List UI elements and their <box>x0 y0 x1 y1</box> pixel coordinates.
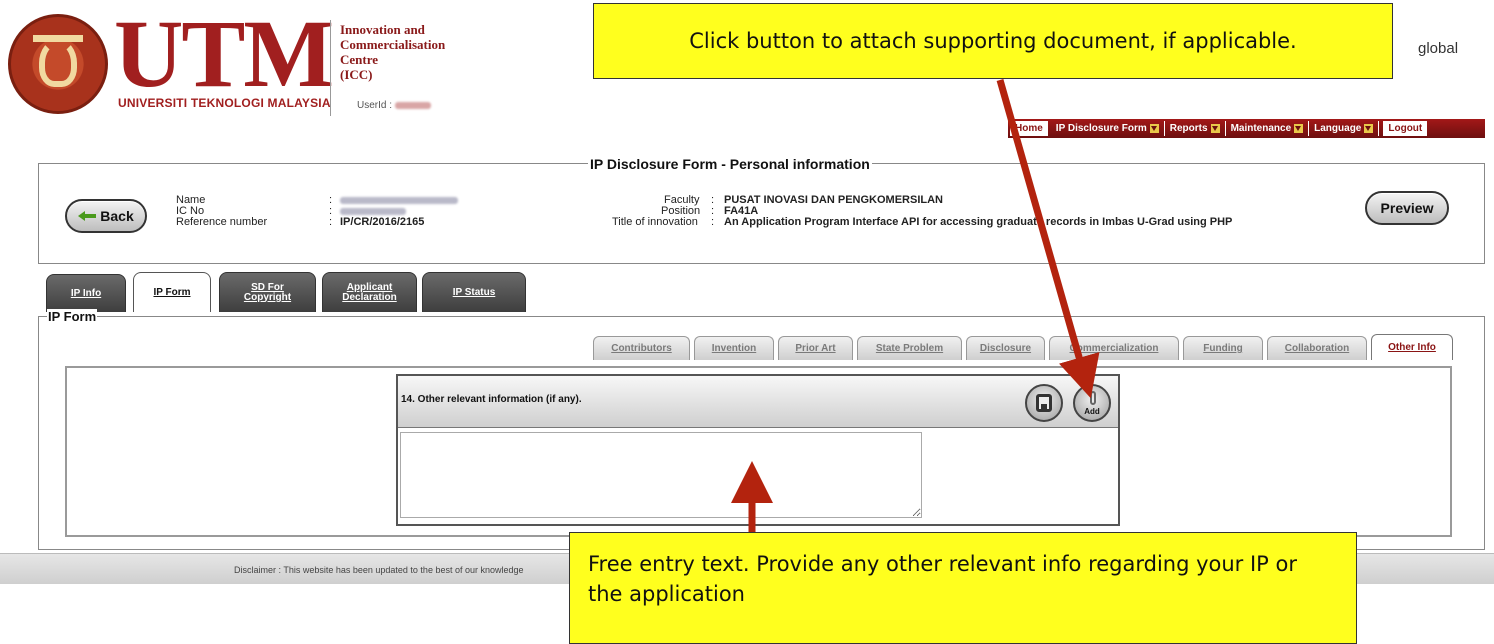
add-attachment-button[interactable]: Add <box>1073 384 1111 422</box>
dropdown-caret-icon <box>1149 124 1159 133</box>
dropdown-caret-icon <box>1210 124 1220 133</box>
personal-info-fieldset <box>38 163 1485 264</box>
nav-home[interactable]: Home <box>1010 121 1048 136</box>
other-info-textarea[interactable] <box>400 432 922 518</box>
disclaimer-text: Disclaimer : This website has been updat… <box>234 565 524 575</box>
ic-value-redacted <box>340 208 406 215</box>
subtab-other-info[interactable]: Other Info <box>1371 334 1453 360</box>
back-button[interactable]: Back <box>65 199 147 233</box>
back-arrow-icon <box>78 211 97 221</box>
reference-colon: : <box>329 216 333 228</box>
utm-logo-icon <box>8 14 108 114</box>
subtab-funding[interactable]: Funding <box>1183 336 1263 360</box>
save-button[interactable] <box>1025 384 1063 422</box>
subtab-contributors[interactable]: Contributors <box>593 336 690 360</box>
tab-sd-for-copyright[interactable]: SD For Copyright <box>219 272 316 312</box>
subtab-invention[interactable]: Invention <box>694 336 774 360</box>
nav-language[interactable]: Language <box>1309 121 1380 136</box>
subtab-commercialization[interactable]: Commercialization <box>1049 336 1179 360</box>
subtab-disclosure[interactable]: Disclosure <box>966 336 1045 360</box>
dropdown-caret-icon <box>1294 124 1304 133</box>
save-icon <box>1036 394 1052 412</box>
utm-wordmark: UTM <box>114 0 334 107</box>
dropdown-caret-icon <box>1364 124 1374 133</box>
callout-free-text: Free entry text. Provide any other relev… <box>569 532 1357 644</box>
name-value-redacted <box>340 197 458 204</box>
reference-label: Reference number <box>176 216 268 228</box>
subtab-collaboration[interactable]: Collaboration <box>1267 336 1367 360</box>
tab-ip-info[interactable]: IP Info <box>46 274 126 312</box>
reference-value: IP/CR/2016/2165 <box>340 216 425 228</box>
paperclip-icon <box>1090 391 1096 405</box>
nav-maintenance[interactable]: Maintenance <box>1226 121 1310 136</box>
callout-attach-document: Click button to attach supporting docume… <box>593 3 1393 79</box>
tab-ip-form[interactable]: IP Form <box>133 272 211 312</box>
tab-applicant-declaration[interactable]: Applicant Declaration <box>322 272 417 312</box>
top-navigation: Home IP Disclosure Form Reports Maintena… <box>1008 119 1485 138</box>
university-name: UNIVERSITI TEKNOLOGI MALAYSIA <box>118 96 331 110</box>
nav-logout[interactable]: Logout <box>1383 121 1428 136</box>
question-title: 14. Other relevant information (if any). <box>401 394 582 405</box>
title-value: An Application Program Interface API for… <box>724 216 1233 228</box>
nav-ip-disclosure-form[interactable]: IP Disclosure Form <box>1051 121 1165 136</box>
userid-value-redacted <box>394 101 431 109</box>
icc-title: Innovation and Commercialisation Centre … <box>340 22 446 82</box>
subtab-state-problem[interactable]: State Problem <box>857 336 962 360</box>
userid: UserId : <box>357 100 431 111</box>
preview-button[interactable]: Preview <box>1365 191 1449 225</box>
tab-ip-status[interactable]: IP Status <box>422 272 526 312</box>
title-colon: : <box>711 216 715 228</box>
header-divider <box>330 20 331 116</box>
ip-form-legend: IP Form <box>47 309 98 324</box>
title-label: Title of innovation <box>612 216 698 228</box>
subtab-prior-art[interactable]: Prior Art <box>778 336 853 360</box>
header-tagline: global <box>1418 40 1459 57</box>
personal-info-legend: IP Disclosure Form - Personal informatio… <box>588 156 872 172</box>
nav-reports[interactable]: Reports <box>1165 121 1226 136</box>
